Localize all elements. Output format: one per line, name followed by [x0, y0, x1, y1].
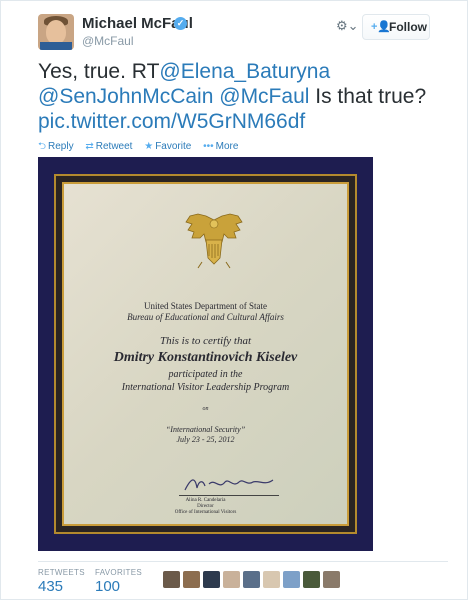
reply-icon: ⮌: [38, 141, 47, 152]
avatar-shirt: [40, 42, 72, 50]
cert-signer-office: Office of International Visitors: [174, 510, 237, 515]
retweets-count[interactable]: 435: [38, 578, 63, 595]
follow-button[interactable]: +👤 Follow: [362, 14, 430, 40]
cert-bureau: Bureau of Educational and Cultural Affai…: [127, 312, 284, 322]
retweets-label: RETWEETS: [38, 568, 85, 577]
reply-action[interactable]: ⮌ Reply: [38, 141, 74, 152]
favorite-icon: ★: [144, 141, 154, 152]
cert-on: on: [202, 406, 209, 412]
favoriter-avatar[interactable]: [283, 571, 300, 588]
favoriter-avatar[interactable]: [203, 571, 220, 588]
tweet-actions: ⮌ Reply ⇄ Retweet ★ Favorite ••• More: [38, 139, 247, 156]
tweet-text-part: Is that true?: [309, 85, 427, 108]
retweet-label: Retweet: [95, 141, 133, 152]
signature-line: [179, 495, 279, 496]
favoriter-avatar[interactable]: [243, 571, 260, 588]
retweet-icon: ⇄: [85, 141, 94, 152]
more-icon: •••: [203, 141, 214, 152]
more-label: More: [215, 141, 239, 152]
tweet-text-part: Yes, true. RT: [38, 60, 160, 83]
cert-department: United States Department of State: [144, 301, 267, 311]
cert-program: International Visitor Leadership Program: [121, 382, 290, 393]
favoriter-avatar[interactable]: [303, 571, 320, 588]
favoriter-avatar[interactable]: [223, 571, 240, 588]
favorite-label: Favorite: [155, 141, 192, 152]
favorites-label: FAVORITES: [95, 568, 143, 577]
tweet-text: Yes, true. RT@Elena_Baturyna @SenJohnMcC…: [38, 59, 448, 134]
pic-link[interactable]: pic.twitter.com/W5GrNM66df: [38, 110, 305, 133]
signature: [184, 479, 274, 491]
cert-topic: “International Security”: [165, 425, 246, 434]
favoriter-avatar[interactable]: [163, 571, 180, 588]
reply-label: Reply: [48, 141, 74, 152]
verified-badge-icon: ✓: [174, 17, 187, 30]
eagle-seal-icon: [185, 213, 243, 269]
favorites-count[interactable]: 100: [95, 578, 120, 595]
tweet-photo[interactable]: United States Department of State Bureau…: [38, 157, 373, 551]
avatar-face: [46, 20, 66, 44]
stats-divider: [38, 561, 448, 562]
cert-signer: Alina R. Candelaria: [185, 498, 226, 503]
mention-link[interactable]: @McFaul: [219, 85, 309, 108]
cert-recipient: Dmitry Konstantinovich Kiselev: [113, 350, 298, 365]
tweet-card: Michael McFaul ✓ @McFaul ⚙⌄ +👤 Follow Ye…: [0, 0, 468, 600]
retweet-action[interactable]: ⇄ Retweet: [85, 141, 132, 152]
mention-link[interactable]: @Elena_Baturyna: [159, 60, 330, 83]
favoriter-avatar[interactable]: [263, 571, 280, 588]
cert-participated: participated in the: [168, 369, 243, 380]
favoriter-avatar[interactable]: [183, 571, 200, 588]
cert-certify: This is to certify that: [159, 335, 252, 347]
favorite-action[interactable]: ★ Favorite: [144, 141, 191, 152]
certificate-frame: United States Department of State Bureau…: [54, 174, 357, 534]
user-handle[interactable]: @McFaul: [82, 34, 134, 48]
certificate: United States Department of State Bureau…: [62, 182, 349, 526]
avatar[interactable]: [38, 14, 74, 50]
mention-link[interactable]: @SenJohnMcCain: [38, 85, 213, 108]
more-action[interactable]: ••• More: [203, 141, 238, 152]
gear-icon[interactable]: ⚙⌄: [336, 18, 359, 34]
cert-dates: July 23 - 25, 2012: [176, 435, 235, 444]
favoriter-avatar[interactable]: [323, 571, 340, 588]
follow-label: Follow: [389, 20, 427, 34]
cert-signer-title: Director: [197, 504, 214, 509]
